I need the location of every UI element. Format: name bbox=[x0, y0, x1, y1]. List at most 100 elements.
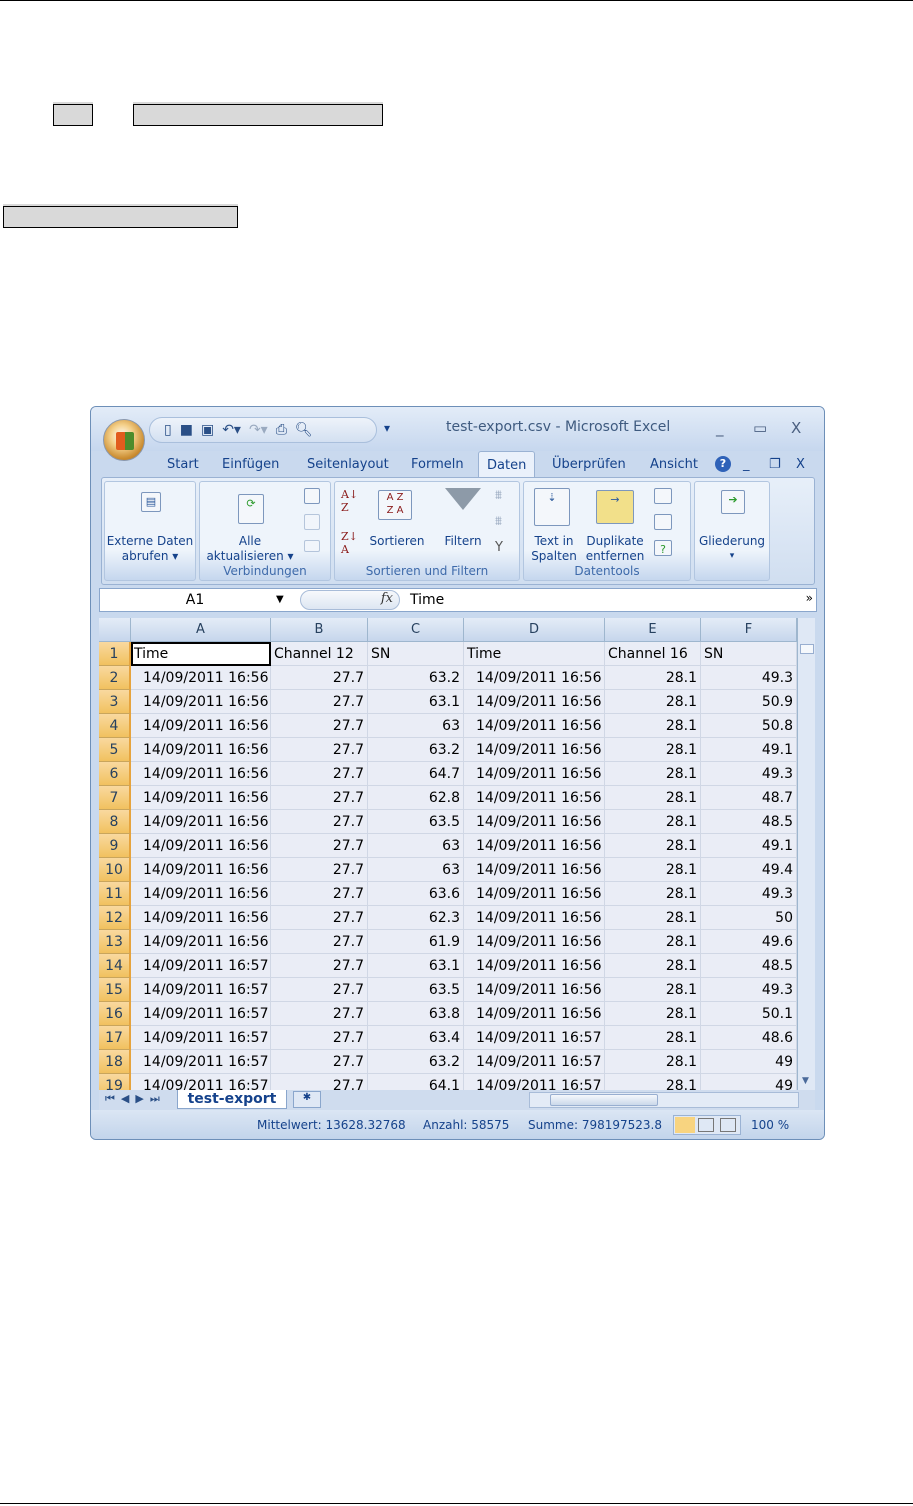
save-as-icon[interactable]: ▣ bbox=[201, 422, 214, 438]
cell[interactable]: 14/09/2011 16:57 bbox=[464, 1050, 605, 1074]
row-header[interactable]: 3 bbox=[99, 690, 131, 714]
cell[interactable]: 49.1 bbox=[701, 738, 797, 762]
text-in-spalten-button[interactable]: Text in Spalten bbox=[526, 534, 582, 564]
cell[interactable]: 28.1 bbox=[605, 930, 701, 954]
cell[interactable]: 49 bbox=[701, 1050, 797, 1074]
cell[interactable]: 63 bbox=[368, 834, 464, 858]
row-header[interactable]: 2 bbox=[99, 666, 131, 690]
cell[interactable]: 14/09/2011 16:56 bbox=[464, 690, 605, 714]
cell[interactable]: 28.1 bbox=[605, 666, 701, 690]
cell[interactable]: 49.3 bbox=[701, 666, 797, 690]
cell[interactable]: 14/09/2011 16:56 bbox=[131, 810, 271, 834]
cell[interactable]: 14/09/2011 16:56 bbox=[464, 834, 605, 858]
cell[interactable]: 28.1 bbox=[605, 1074, 701, 1090]
cell[interactable]: 14/09/2011 16:56 bbox=[464, 930, 605, 954]
cell[interactable]: 49.3 bbox=[701, 882, 797, 906]
cell[interactable]: 14/09/2011 16:56 bbox=[464, 858, 605, 882]
chevron-down-icon[interactable]: ▼ bbox=[276, 589, 284, 611]
column-header[interactable]: D bbox=[464, 618, 605, 642]
cell[interactable]: 63.1 bbox=[368, 690, 464, 714]
cell[interactable]: 49.4 bbox=[701, 858, 797, 882]
undo-icon[interactable]: ↶▾ bbox=[222, 422, 241, 438]
cell[interactable]: 14/09/2011 16:56 bbox=[464, 738, 605, 762]
cell[interactable]: Channel 16 bbox=[605, 642, 701, 666]
row-header[interactable]: 15 bbox=[99, 978, 131, 1002]
redo-icon[interactable]: ↷▾ bbox=[249, 422, 268, 438]
cell[interactable]: 48.6 bbox=[701, 1026, 797, 1050]
cell[interactable]: 14/09/2011 16:57 bbox=[131, 978, 271, 1002]
cell[interactable]: 27.7 bbox=[271, 930, 368, 954]
cell[interactable]: 14/09/2011 16:57 bbox=[131, 1002, 271, 1026]
close-button[interactable]: X bbox=[791, 419, 801, 437]
cell[interactable]: 50 bbox=[701, 906, 797, 930]
horizontal-scrollbar[interactable] bbox=[529, 1092, 799, 1108]
cell[interactable]: Time bbox=[464, 642, 605, 666]
tab-start[interactable]: Start bbox=[167, 457, 199, 472]
cell[interactable]: 14/09/2011 16:56 bbox=[131, 666, 271, 690]
cell[interactable]: 27.7 bbox=[271, 906, 368, 930]
expand-formula-bar-icon[interactable]: » bbox=[806, 591, 813, 605]
cell[interactable]: 63.2 bbox=[368, 738, 464, 762]
cell[interactable]: 27.7 bbox=[271, 1074, 368, 1090]
minimize-button[interactable]: _ bbox=[716, 419, 724, 437]
cell[interactable]: 63.8 bbox=[368, 1002, 464, 1026]
tab-daten[interactable]: Daten bbox=[478, 451, 536, 479]
cell[interactable]: 14/09/2011 16:57 bbox=[131, 1050, 271, 1074]
help-icon[interactable]: ? bbox=[715, 456, 731, 472]
cell[interactable]: 63 bbox=[368, 858, 464, 882]
worksheet-grid[interactable]: A B C D E F 1 Time Channel 12 SN Time Channel 16 SN 2… bbox=[99, 618, 805, 1090]
vertical-scrollbar[interactable]: ▼ bbox=[797, 618, 815, 1090]
cell[interactable]: Channel 12 bbox=[271, 642, 368, 666]
cell[interactable]: 27.7 bbox=[271, 786, 368, 810]
cell[interactable]: Time bbox=[131, 642, 271, 666]
cell[interactable]: 27.7 bbox=[271, 762, 368, 786]
cell[interactable]: 14/09/2011 16:56 bbox=[464, 666, 605, 690]
formula-input[interactable]: Time bbox=[410, 589, 444, 611]
row-header[interactable]: 16 bbox=[99, 1002, 131, 1026]
sheet-nav-icons[interactable]: ⏮◀▶⏭ bbox=[105, 1092, 166, 1106]
cell[interactable]: 27.7 bbox=[271, 834, 368, 858]
cell[interactable]: 28.1 bbox=[605, 906, 701, 930]
cell[interactable]: 28.1 bbox=[605, 714, 701, 738]
tab-ansicht[interactable]: Ansicht bbox=[650, 457, 698, 472]
column-header[interactable]: B bbox=[271, 618, 368, 642]
sort-az-icon[interactable]: A↓ Z bbox=[341, 488, 358, 514]
gliederung-button[interactable]: Gliederung ▾ bbox=[695, 534, 769, 564]
cell[interactable]: 27.7 bbox=[271, 954, 368, 978]
column-header[interactable]: A bbox=[131, 618, 271, 642]
row-header[interactable]: 11 bbox=[99, 882, 131, 906]
workbook-minimize-button[interactable]: _ bbox=[743, 457, 750, 472]
cell[interactable]: 14/09/2011 16:56 bbox=[464, 978, 605, 1002]
row-header[interactable]: 6 bbox=[99, 762, 131, 786]
externe-daten-button[interactable]: Externe Daten abrufen ▾ bbox=[105, 534, 195, 564]
consolidate-icon[interactable] bbox=[654, 514, 672, 530]
row-header[interactable]: 19 bbox=[99, 1074, 131, 1090]
cell[interactable]: 49.3 bbox=[701, 762, 797, 786]
row-header[interactable]: 10 bbox=[99, 858, 131, 882]
cell[interactable]: 27.7 bbox=[271, 1050, 368, 1074]
cell[interactable]: 28.1 bbox=[605, 690, 701, 714]
cell[interactable]: 14/09/2011 16:56 bbox=[131, 738, 271, 762]
workbook-restore-button[interactable]: ❐ bbox=[769, 457, 781, 472]
cell[interactable]: 50.9 bbox=[701, 690, 797, 714]
cell[interactable]: 28.1 bbox=[605, 786, 701, 810]
cell[interactable]: 27.7 bbox=[271, 1002, 368, 1026]
cell[interactable]: 49 bbox=[701, 1074, 797, 1090]
cell[interactable]: 14/09/2011 16:56 bbox=[464, 810, 605, 834]
cell[interactable]: 28.1 bbox=[605, 978, 701, 1002]
cell[interactable]: 28.1 bbox=[605, 762, 701, 786]
cell[interactable]: 28.1 bbox=[605, 1002, 701, 1026]
cell[interactable]: 28.1 bbox=[605, 810, 701, 834]
cell[interactable]: 64.7 bbox=[368, 762, 464, 786]
cell[interactable]: 27.7 bbox=[271, 882, 368, 906]
cell[interactable]: 28.1 bbox=[605, 834, 701, 858]
row-header[interactable]: 5 bbox=[99, 738, 131, 762]
cell[interactable]: 49.6 bbox=[701, 930, 797, 954]
row-header[interactable]: 17 bbox=[99, 1026, 131, 1050]
cell[interactable]: 14/09/2011 16:57 bbox=[131, 1026, 271, 1050]
sheet-tab[interactable]: test-export bbox=[177, 1090, 287, 1109]
reapply-icon[interactable]: ⩩ bbox=[495, 514, 502, 529]
page-break-view-icon[interactable] bbox=[720, 1118, 736, 1132]
cell[interactable]: 63.6 bbox=[368, 882, 464, 906]
cell[interactable]: 14/09/2011 16:56 bbox=[131, 834, 271, 858]
